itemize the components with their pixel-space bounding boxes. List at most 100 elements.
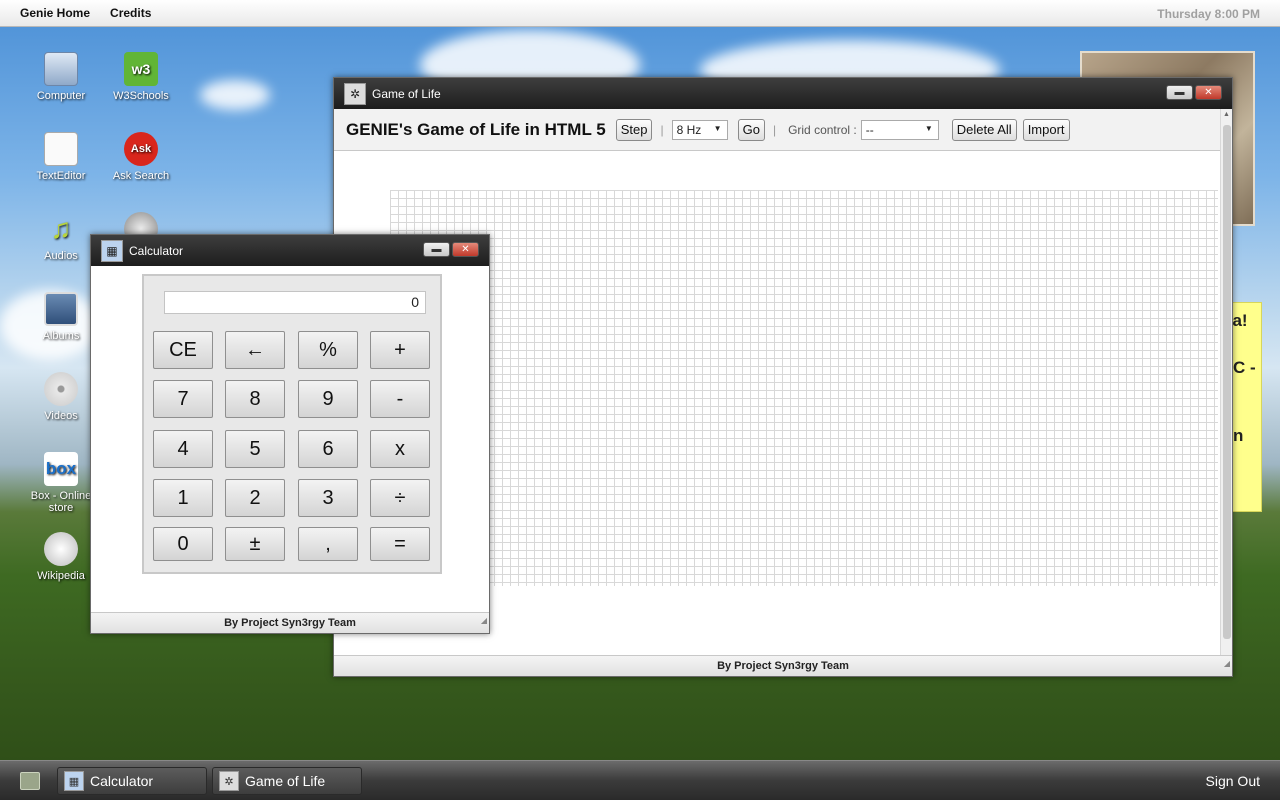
status-text: By Project Syn3rgy Team: [224, 617, 356, 629]
desktop-icon-wikipedia[interactable]: Wikipedia: [21, 532, 101, 582]
speed-value: 8 Hz: [676, 122, 702, 137]
desktop-icon-ask-search[interactable]: Ask Ask Search: [101, 132, 181, 182]
desktop-icon-label: Audios: [44, 250, 78, 262]
go-button[interactable]: Go: [737, 118, 765, 141]
grid-control-label: Grid control :: [788, 122, 857, 137]
calculator-app-icon: ▦: [101, 239, 123, 262]
minimize-button[interactable]: ▬: [1166, 85, 1193, 100]
cloud: [200, 80, 270, 110]
desktop-icon-label: Computer: [36, 90, 86, 102]
chevron-down-icon: ▼: [924, 123, 933, 133]
sign-out-link[interactable]: Sign Out: [1206, 773, 1260, 789]
key-equals-button[interactable]: =: [370, 527, 430, 561]
genie-home-link[interactable]: Genie Home: [20, 6, 90, 20]
desktop-icon-label: Albums: [42, 330, 80, 342]
key-zero-button[interactable]: 0: [153, 527, 213, 561]
key-add-button[interactable]: +: [370, 331, 430, 369]
ask-search-icon: Ask: [124, 132, 158, 166]
desktop-icon-label: Box - Online store: [30, 490, 92, 514]
speed-select[interactable]: 8 Hz ▼: [671, 119, 728, 140]
separator: |: [660, 122, 664, 137]
key-two-button[interactable]: 2: [225, 479, 285, 517]
game-of-life-app-icon: ✲: [219, 771, 239, 791]
key-five-button[interactable]: 5: [225, 430, 285, 468]
key-clear-entry-button[interactable]: CE: [153, 331, 213, 369]
disc-icon: [44, 372, 78, 406]
taskbar-item-label: Calculator: [90, 773, 154, 789]
chevron-down-icon: ▼: [713, 123, 722, 133]
desktop-icon-albums[interactable]: Albums: [21, 292, 101, 342]
vertical-scrollbar[interactable]: ▲: [1220, 109, 1232, 657]
box-icon: box: [44, 452, 78, 486]
desktop-icon-label: W3Schools: [113, 90, 169, 102]
w3schools-icon: w3: [124, 52, 158, 86]
key-plus-minus-button[interactable]: ±: [225, 527, 285, 561]
key-eight-button[interactable]: 8: [225, 380, 285, 418]
key-six-button[interactable]: 6: [298, 430, 358, 468]
key-one-button[interactable]: 1: [153, 479, 213, 517]
music-note-icon: ♫: [50, 213, 72, 244]
scroll-up-icon[interactable]: ▲: [1223, 111, 1230, 118]
show-desktop-button[interactable]: [20, 772, 40, 790]
desktop-icon-videos[interactable]: Videos: [21, 372, 101, 422]
close-button[interactable]: ✕: [1195, 85, 1222, 100]
desktop-icon-label: Videos: [44, 410, 78, 422]
sticky-text: ka!: [1232, 311, 1248, 330]
taskbar-item-calculator[interactable]: ▦ Calculator: [57, 767, 207, 795]
key-backspace-button[interactable]: ←: [225, 331, 285, 369]
clock: Thursday 8:00 PM: [1157, 7, 1260, 21]
life-grid[interactable]: [390, 190, 1218, 586]
window-title: Game of Life: [372, 86, 441, 101]
desktop-icon-label: Ask Search: [112, 170, 170, 182]
desktop-icon-label: TextEditor: [36, 170, 86, 182]
taskbar-item-game-of-life[interactable]: ✲ Game of Life: [212, 767, 362, 795]
window-title: Calculator: [129, 243, 184, 258]
resize-grip-icon[interactable]: ◢: [481, 611, 487, 631]
key-divide-button[interactable]: ÷: [370, 479, 430, 517]
calculator-app-icon: ▦: [64, 771, 84, 791]
window-statusbar: By Project Syn3rgy Team ◢: [334, 655, 1232, 676]
window-statusbar: By Project Syn3rgy Team ◢: [91, 612, 489, 633]
import-button[interactable]: Import: [1022, 118, 1070, 141]
key-subtract-button[interactable]: -: [370, 380, 430, 418]
desktop-icon-audios[interactable]: ♫ Audios: [21, 212, 101, 262]
close-button[interactable]: ✕: [452, 242, 479, 257]
key-decimal-button[interactable]: ,: [298, 527, 358, 561]
key-four-button[interactable]: 4: [153, 430, 213, 468]
photo-album-icon: [44, 292, 78, 326]
sticky-text: n: [1233, 426, 1244, 445]
step-button[interactable]: Step: [615, 118, 653, 141]
taskbar: ▦ Calculator ✲ Game of Life Sign Out: [0, 760, 1280, 800]
window-titlebar[interactable]: ✲ Game of Life ▬ ✕: [334, 78, 1232, 109]
wikipedia-icon: [44, 532, 78, 566]
grid-control-select[interactable]: -- ▼: [860, 119, 939, 140]
grid-control-value: --: [865, 122, 874, 137]
key-three-button[interactable]: 3: [298, 479, 358, 517]
desktop-icon-texteditor[interactable]: TextEditor: [21, 132, 101, 182]
sticky-note[interactable]: ka! C - n: [1232, 302, 1262, 512]
key-nine-button[interactable]: 9: [298, 380, 358, 418]
desktop-icon-label: Wikipedia: [37, 570, 85, 582]
key-percent-button[interactable]: %: [298, 331, 358, 369]
computer-icon: [44, 52, 78, 86]
desktop-icon-box[interactable]: box Box - Online store: [21, 452, 101, 514]
calculator-window: ▦ Calculator ▬ ✕ 0 CE ←% +7 8 9- 4 5 6 x 1 2 3 ÷ 0 ±, =…: [90, 234, 490, 634]
sticky-text: C -: [1233, 358, 1256, 377]
credits-link[interactable]: Credits: [110, 6, 151, 20]
taskbar-item-label: Game of Life: [245, 773, 326, 789]
key-seven-button[interactable]: 7: [153, 380, 213, 418]
delete-all-button[interactable]: Delete All: [951, 118, 1017, 141]
desktop-icon-w3schools[interactable]: w3 W3Schools: [101, 52, 181, 102]
separator: |: [772, 122, 777, 137]
minimize-button[interactable]: ▬: [423, 242, 450, 257]
scrollbar-thumb[interactable]: [1223, 125, 1231, 639]
game-of-life-app-icon: ✲: [344, 82, 366, 105]
resize-grip-icon[interactable]: ◢: [1224, 654, 1230, 674]
calculator-display: 0: [164, 291, 426, 314]
key-multiply-button[interactable]: x: [370, 430, 430, 468]
window-titlebar[interactable]: ▦ Calculator ▬ ✕: [91, 235, 489, 266]
calculator-body: 0 CE ←% +7 8 9- 4 5 6 x 1 2 3 ÷ 0 ±, =: [142, 274, 442, 574]
top-menu-bar: Genie Home Credits Thursday 8:00 PM: [0, 0, 1280, 27]
gol-heading: GENIE's Game of Life in HTML 5: [346, 119, 606, 139]
desktop-icon-computer[interactable]: Computer: [21, 52, 101, 102]
